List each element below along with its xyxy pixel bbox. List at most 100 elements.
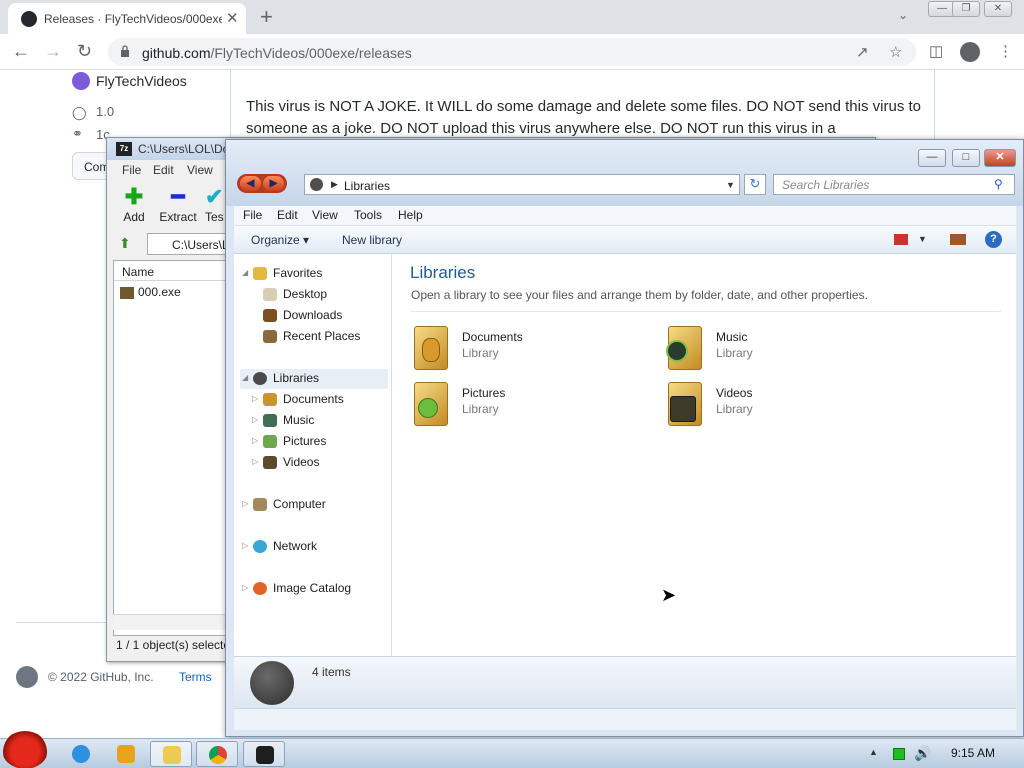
nav-favorites[interactable]: ◢ Favorites — [234, 264, 384, 284]
taskbar-internet-explorer[interactable] — [60, 741, 102, 767]
github-logo-icon[interactable] — [16, 666, 38, 688]
tray-app-icon[interactable] — [893, 748, 905, 760]
tab-close-icon[interactable]: ✕ — [226, 9, 239, 27]
nav-libraries[interactable]: ◢ Libraries — [240, 369, 388, 389]
nav-downloads[interactable]: Downloads — [234, 306, 384, 326]
explorer-menu-file[interactable]: File — [243, 208, 262, 222]
reload-icon[interactable]: ↻ — [77, 41, 92, 62]
nav-documents[interactable]: ▷ Documents — [234, 390, 384, 410]
library-pictures[interactable]: Pictures Library — [410, 380, 640, 430]
author-avatar[interactable] — [72, 72, 90, 90]
explorer-back-button[interactable]: ◀ — [240, 176, 261, 191]
taskbar-clock[interactable]: 9:15 AM — [951, 746, 995, 760]
explorer-window[interactable]: — □ ✕ ◀ ▶ ▶ Libraries ▼ ↻ Search Librari… — [225, 139, 1024, 737]
nav-downloads-label: Downloads — [283, 308, 343, 322]
tab-search-chevron-icon[interactable]: ⌄ — [898, 8, 908, 22]
help-icon[interactable]: ? — [985, 231, 1002, 248]
file-row[interactable]: 000.exe — [120, 285, 181, 299]
taskbar-chrome[interactable] — [196, 741, 238, 767]
expand-arrow-icon[interactable]: ▷ — [242, 499, 248, 508]
browser-tab-releases[interactable]: Releases · FlyTechVideos/000exe ✕ — [8, 3, 246, 34]
search-libraries-input[interactable]: Search Libraries — [773, 174, 1015, 195]
libraries-content-pane[interactable]: Libraries Open a library to see your fil… — [392, 254, 1016, 656]
share-icon[interactable]: ↗ — [856, 43, 869, 61]
explorer-menu-tools[interactable]: Tools — [354, 208, 382, 222]
explorer-maximize-button[interactable]: □ — [952, 149, 980, 167]
explorer-menu-view[interactable]: View — [312, 208, 338, 222]
address-bar[interactable]: github.com/FlyTechVideos/000exe/releases… — [108, 38, 916, 66]
recent-places-icon — [263, 330, 277, 343]
change-view-icon[interactable] — [894, 234, 908, 245]
pictures-emblem-icon — [418, 398, 438, 418]
tray-overflow-icon[interactable]: ▲ — [869, 747, 878, 757]
nav-libraries-label: Libraries — [273, 371, 320, 385]
explorer-menu-help[interactable]: Help — [398, 208, 423, 222]
explorer-forward-button[interactable]: ▶ — [263, 176, 284, 191]
sevenzip-menu-file[interactable]: File — [122, 163, 141, 177]
browser-close-button[interactable]: ✕ — [984, 1, 1012, 17]
start-button-icon[interactable] — [2, 731, 48, 768]
library-documents[interactable]: Documents Library — [410, 324, 640, 374]
nav-favorites-label: Favorites — [273, 266, 323, 280]
library-music[interactable]: Music Library — [664, 324, 894, 374]
breadcrumb-libraries[interactable]: Libraries — [344, 179, 390, 193]
address-dropdown-icon[interactable]: ▼ — [726, 180, 735, 190]
nav-image-catalog[interactable]: ▷ Image Catalog — [234, 579, 384, 599]
navigation-pane[interactable]: ◢ Favorites Desktop Downloads Recent Pla… — [234, 254, 392, 656]
sevenzip-menu-view[interactable]: View — [187, 163, 213, 177]
breadcrumb-arrow-icon[interactable]: ▶ — [331, 179, 338, 190]
sevenzip-extract-button[interactable]: ━ Extract — [157, 184, 199, 224]
bookmark-star-icon[interactable]: ☆ — [889, 43, 902, 61]
new-library-button[interactable]: New library — [342, 233, 402, 247]
release-author-link[interactable]: FlyTechVideos — [96, 73, 187, 89]
taskbar-media-player[interactable] — [105, 741, 147, 767]
collapse-arrow-icon[interactable]: ◢ — [242, 373, 248, 382]
expand-arrow-icon[interactable]: ▷ — [252, 436, 258, 445]
expand-arrow-icon[interactable]: ▷ — [242, 583, 248, 592]
release-tag-link[interactable]: 1.0 — [96, 104, 114, 119]
taskbar-explorer[interactable] — [150, 741, 192, 767]
profile-avatar-icon[interactable] — [960, 42, 980, 62]
explorer-menu-edit[interactable]: Edit — [277, 208, 298, 222]
sevenzip-add-button[interactable]: ✚ Add — [117, 184, 151, 224]
side-panel-icon[interactable]: ◫ — [929, 42, 943, 60]
taskbar-sevenzip[interactable] — [243, 741, 285, 767]
volume-icon[interactable]: 🔊 — [914, 745, 931, 762]
expand-arrow-icon[interactable]: ▷ — [242, 541, 248, 550]
footer-terms-link[interactable]: Terms — [179, 670, 212, 684]
forward-arrow-icon[interactable]: → — [44, 41, 62, 62]
column-header-name[interactable]: Name — [114, 261, 234, 281]
explorer-titlebar[interactable] — [226, 140, 1023, 206]
back-arrow-icon[interactable]: ← — [12, 41, 30, 62]
folder-up-icon[interactable]: ⬆ — [119, 235, 131, 252]
file-name: 000.exe — [138, 285, 181, 299]
refresh-icon[interactable]: ↻ — [744, 174, 766, 195]
nav-network[interactable]: ▷ Network — [234, 537, 384, 557]
desktop-icon — [263, 288, 277, 301]
explorer-close-button[interactable]: ✕ — [984, 149, 1016, 167]
add-plus-icon: ✚ — [124, 184, 144, 209]
sevenzip-taskbar-icon — [256, 746, 274, 764]
browser-restore-button[interactable]: ❐ — [952, 1, 980, 17]
organize-button[interactable]: Organize ▾ — [251, 233, 309, 247]
nav-music[interactable]: ▷ Music — [234, 411, 384, 431]
nav-recent-places[interactable]: Recent Places — [234, 327, 384, 347]
expand-arrow-icon[interactable]: ▷ — [252, 415, 258, 424]
search-icon[interactable]: ⚲ — [994, 177, 1003, 191]
sevenzip-menu-edit[interactable]: Edit — [153, 163, 174, 177]
nav-computer[interactable]: ▷ Computer — [234, 495, 384, 515]
collapse-arrow-icon[interactable]: ◢ — [242, 268, 248, 277]
preview-pane-icon[interactable] — [950, 234, 966, 245]
view-dropdown-icon[interactable]: ▼ — [918, 234, 927, 244]
library-videos[interactable]: Videos Library — [664, 380, 894, 430]
expand-arrow-icon[interactable]: ▷ — [252, 394, 258, 403]
nav-pictures[interactable]: ▷ Pictures — [234, 432, 384, 452]
expand-arrow-icon[interactable]: ▷ — [252, 457, 258, 466]
new-tab-button[interactable]: + — [260, 4, 273, 30]
nav-desktop[interactable]: Desktop — [234, 285, 384, 305]
chrome-menu-icon[interactable]: ⋮ — [998, 42, 1013, 60]
nav-videos[interactable]: ▷ Videos — [234, 453, 384, 473]
explorer-minimize-button[interactable]: — — [918, 149, 946, 167]
explorer-address-bar[interactable]: ▶ Libraries ▼ — [304, 174, 740, 195]
release-card-border — [934, 70, 935, 150]
